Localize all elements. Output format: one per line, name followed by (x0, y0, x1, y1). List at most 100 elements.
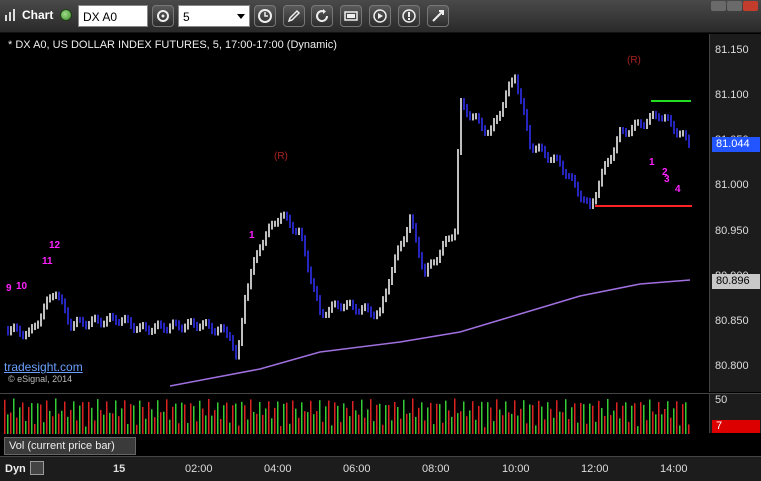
volume-bar (361, 399, 363, 434)
volume-bar (238, 425, 240, 434)
draw-tool-button[interactable] (283, 5, 305, 27)
volume-bar (349, 416, 351, 434)
price-chart-pane[interactable] (0, 34, 709, 392)
volume-bar (532, 405, 534, 434)
volume-bar (82, 402, 84, 434)
volume-bar (136, 424, 138, 434)
volume-bar (325, 406, 327, 434)
volume-bar (334, 402, 336, 434)
volume-bar (304, 411, 306, 434)
volume-bar (544, 419, 546, 434)
count-label-12: 12 (49, 240, 61, 251)
volume-bar (478, 405, 480, 434)
volume-bar (460, 411, 462, 434)
time-tick: 14:00 (660, 463, 688, 475)
count-label-11: 11 (42, 256, 53, 267)
volume-bar (526, 423, 528, 434)
volume-bar (667, 401, 669, 434)
volume-bar (127, 423, 129, 434)
volume-bar (397, 406, 399, 434)
watermark-link[interactable]: tradesight.com (4, 360, 83, 374)
volume-bar (316, 411, 318, 434)
volume-bar (19, 407, 21, 434)
volume-bar (649, 399, 651, 434)
volume-bar (265, 408, 267, 434)
volume-bar (619, 418, 621, 434)
volume-bar (70, 409, 72, 434)
volume-bar (79, 405, 81, 434)
volume-bar (154, 417, 156, 434)
close-button[interactable] (743, 1, 758, 11)
volume-bar (556, 400, 558, 434)
volume-bar (178, 423, 180, 434)
volume-bar (631, 405, 633, 434)
volume-bar (634, 403, 636, 434)
volume-bar (382, 424, 384, 434)
maximize-button[interactable] (727, 1, 742, 11)
volume-bar (586, 423, 588, 434)
volume-bar (550, 408, 552, 434)
volume-bar (391, 420, 393, 434)
dynamic-settings-icon[interactable] (30, 461, 44, 475)
volume-study-label[interactable]: Vol (current price bar) (4, 437, 136, 455)
volume-bar (535, 425, 537, 434)
volume-bar (418, 407, 420, 434)
volume-bar (13, 398, 15, 434)
volume-bar (115, 400, 117, 434)
price-tick: 81.150 (715, 44, 749, 56)
time-tick: 12:00 (581, 463, 609, 475)
interval-select[interactable]: 5 (178, 5, 250, 27)
symbol-settings-button[interactable] (152, 5, 174, 27)
play-button[interactable] (369, 5, 391, 27)
time-axis[interactable]: Dyn 15 02:00 04:00 06:00 08:00 10:00 12:… (0, 456, 761, 481)
volume-bar (328, 400, 330, 434)
volume-bar (268, 401, 270, 434)
volume-bar (49, 410, 51, 434)
volume-bar (646, 420, 648, 434)
refresh-button[interactable] (311, 5, 333, 27)
price-axis[interactable]: 81.150 81.100 81.050 81.000 80.950 80.90… (709, 34, 761, 392)
volume-bar (337, 405, 339, 434)
volume-bar (676, 401, 678, 434)
app-title: Chart (22, 8, 54, 22)
volume-bar (451, 416, 453, 434)
volume-bar (55, 398, 57, 434)
volume-bar (217, 402, 219, 434)
volume-bar (271, 418, 273, 434)
link-button[interactable] (427, 5, 449, 27)
volume-bar (403, 399, 405, 434)
time-template-button[interactable] (254, 5, 276, 27)
volume-bar (247, 419, 249, 434)
volume-bar (298, 417, 300, 434)
volume-bar (559, 411, 561, 434)
volume-pane[interactable] (0, 393, 709, 434)
volume-bar (199, 400, 201, 434)
volume-bar (388, 405, 390, 434)
volume-bar (565, 399, 567, 434)
volume-bar (514, 400, 516, 434)
volume-bar (628, 421, 630, 434)
volume-bar (67, 416, 69, 434)
minimize-button[interactable] (711, 1, 726, 11)
alert-button[interactable] (398, 5, 420, 27)
pencil-icon (287, 9, 301, 23)
volume-bar (160, 412, 162, 434)
volume-bar (622, 405, 624, 434)
volume-bar (490, 407, 492, 434)
quote-button[interactable] (340, 5, 362, 27)
volume-bar (139, 400, 141, 434)
volume-bar (151, 409, 153, 434)
volume-bar (595, 421, 597, 434)
volume-bar (616, 402, 618, 434)
time-tick: 10:00 (502, 463, 530, 475)
volume-bar (415, 416, 417, 434)
symbol-input[interactable]: DX A0 (78, 5, 148, 27)
volume-bar (118, 416, 120, 434)
volume-bar (157, 400, 159, 434)
volume-bar (103, 414, 105, 434)
volume-bar (367, 409, 369, 434)
volume-bar (493, 421, 495, 434)
volume-bar (253, 411, 255, 434)
volume-bar (475, 419, 477, 434)
clock-icon (258, 9, 272, 23)
